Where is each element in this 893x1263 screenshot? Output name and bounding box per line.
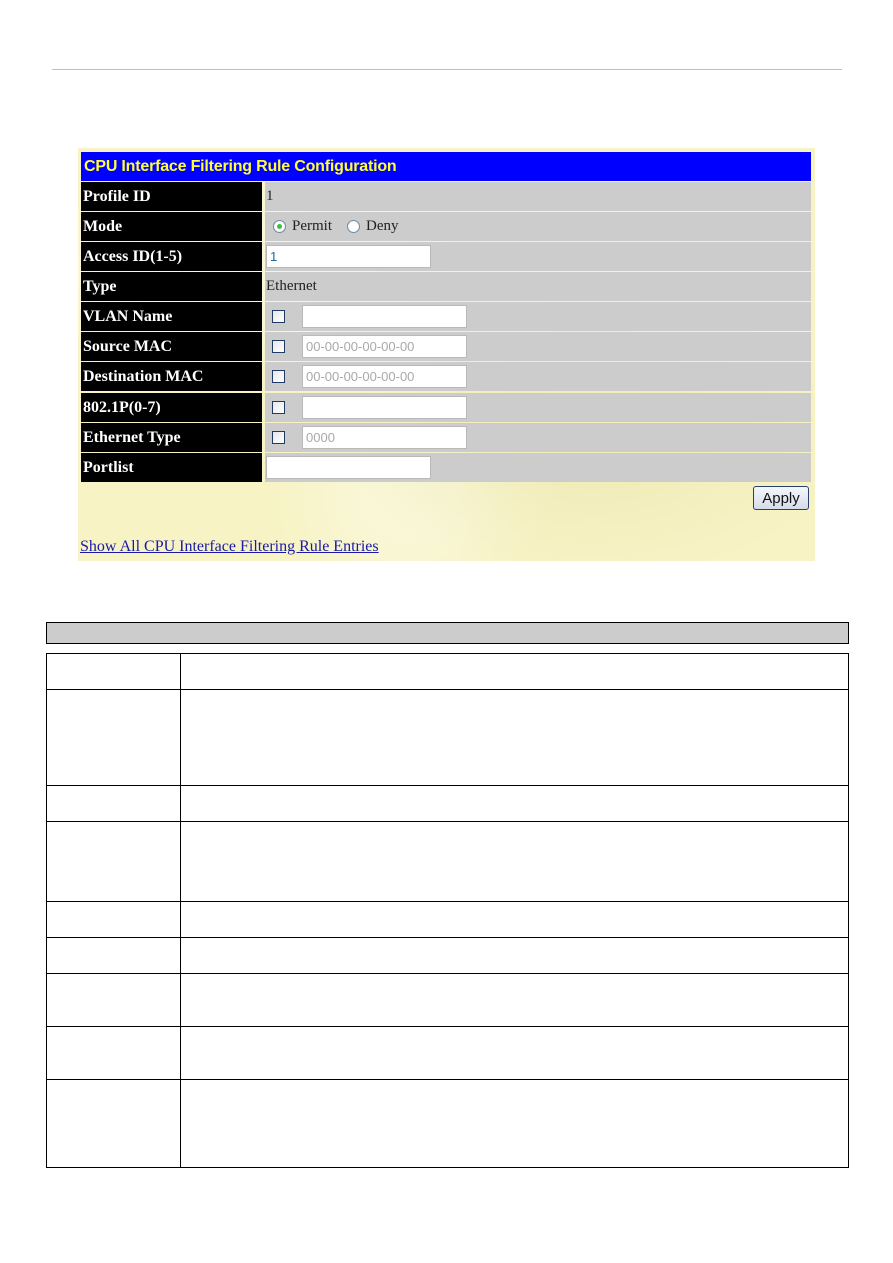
ethernet-type-input[interactable]: 0000: [302, 426, 467, 449]
row-destination-mac: Destination MAC 00-00-00-00-00-00: [81, 362, 811, 391]
access-id-label: Access ID(1-5): [81, 242, 262, 271]
8021p-label: 802.1P(0-7): [81, 393, 262, 422]
param-cell: [46, 785, 181, 822]
type-cell: Ethernet: [265, 272, 811, 301]
table-row: [46, 821, 849, 902]
table-row: [46, 973, 849, 1027]
profile-id-label: Profile ID: [81, 182, 262, 211]
access-id-cell: 1: [265, 242, 811, 271]
mode-label: Mode: [81, 212, 262, 241]
portlist-cell: [265, 453, 811, 482]
vlan-name-checkbox[interactable]: [272, 310, 285, 323]
apply-button[interactable]: Apply: [753, 486, 809, 510]
source-mac-input[interactable]: 00-00-00-00-00-00: [302, 335, 467, 358]
destination-mac-input[interactable]: 00-00-00-00-00-00: [302, 365, 467, 388]
desc-cell: [180, 785, 849, 822]
desc-cell: [180, 901, 849, 938]
desc-cell: [180, 821, 849, 902]
desc-cell: [180, 937, 849, 974]
table-row: [46, 901, 849, 938]
row-profile-id: Profile ID 1: [81, 182, 811, 211]
row-mode: Mode Permit Deny: [81, 212, 811, 241]
table-row: [46, 689, 849, 786]
vlan-name-cell: [265, 302, 811, 331]
8021p-input[interactable]: [302, 396, 467, 419]
destination-mac-label: Destination MAC: [81, 362, 262, 391]
desc-cell: [180, 973, 849, 1027]
param-cell: [46, 821, 181, 902]
row-ethernet-type: Ethernet Type 0000: [81, 423, 811, 452]
mode-permit-radio[interactable]: [273, 220, 286, 233]
table-row: [46, 1026, 849, 1080]
mode-cell: Permit Deny: [265, 212, 811, 241]
row-source-mac: Source MAC 00-00-00-00-00-00: [81, 332, 811, 361]
row-portlist: Portlist: [81, 453, 811, 482]
mode-deny-label[interactable]: Deny: [366, 212, 399, 241]
param-cell: [46, 653, 181, 690]
access-id-input[interactable]: 1: [266, 245, 431, 268]
ethernet-type-label: Ethernet Type: [81, 423, 262, 452]
param-cell: [46, 1079, 181, 1168]
ethernet-type-cell: 0000: [265, 423, 811, 452]
vlan-name-input[interactable]: [302, 305, 467, 328]
desc-cell: [180, 1079, 849, 1168]
param-cell: [46, 973, 181, 1027]
show-all-entries-link[interactable]: Show All CPU Interface Filtering Rule En…: [80, 538, 379, 556]
mode-deny-radio[interactable]: [347, 220, 360, 233]
destination-mac-cell: 00-00-00-00-00-00: [265, 362, 811, 391]
description-table-header: [46, 622, 849, 644]
vlan-name-label: VLAN Name: [81, 302, 262, 331]
param-cell: [46, 1026, 181, 1080]
8021p-cell: [265, 393, 811, 422]
param-cell: [46, 937, 181, 974]
row-8021p: 802.1P(0-7): [81, 393, 811, 422]
row-access-id: Access ID(1-5) 1: [81, 242, 811, 271]
table-row: [46, 937, 849, 974]
description-table: [46, 653, 849, 1168]
type-label: Type: [81, 272, 262, 301]
8021p-checkbox[interactable]: [272, 401, 285, 414]
source-mac-label: Source MAC: [81, 332, 262, 361]
desc-cell: [180, 653, 849, 690]
cpu-filter-config-panel: CPU Interface Filtering Rule Configurati…: [78, 148, 815, 561]
mode-permit-label[interactable]: Permit: [292, 212, 332, 241]
param-cell: [46, 901, 181, 938]
desc-cell: [180, 1026, 849, 1080]
page-top-divider: [52, 69, 842, 70]
row-type: Type Ethernet: [81, 272, 811, 301]
type-value: Ethernet: [266, 278, 317, 294]
table-row: [46, 653, 849, 690]
table-row: [46, 785, 849, 822]
portlist-input[interactable]: [266, 456, 431, 479]
panel-title: CPU Interface Filtering Rule Configurati…: [81, 152, 811, 181]
desc-cell: [180, 689, 849, 786]
row-vlan-name: VLAN Name: [81, 302, 811, 331]
param-cell: [46, 689, 181, 786]
profile-id-cell: 1: [265, 182, 811, 211]
portlist-label: Portlist: [81, 453, 262, 482]
table-row: [46, 1079, 849, 1168]
profile-id-value: 1: [266, 188, 274, 204]
destination-mac-checkbox[interactable]: [272, 370, 285, 383]
source-mac-checkbox[interactable]: [272, 340, 285, 353]
ethernet-type-checkbox[interactable]: [272, 431, 285, 444]
source-mac-cell: 00-00-00-00-00-00: [265, 332, 811, 361]
